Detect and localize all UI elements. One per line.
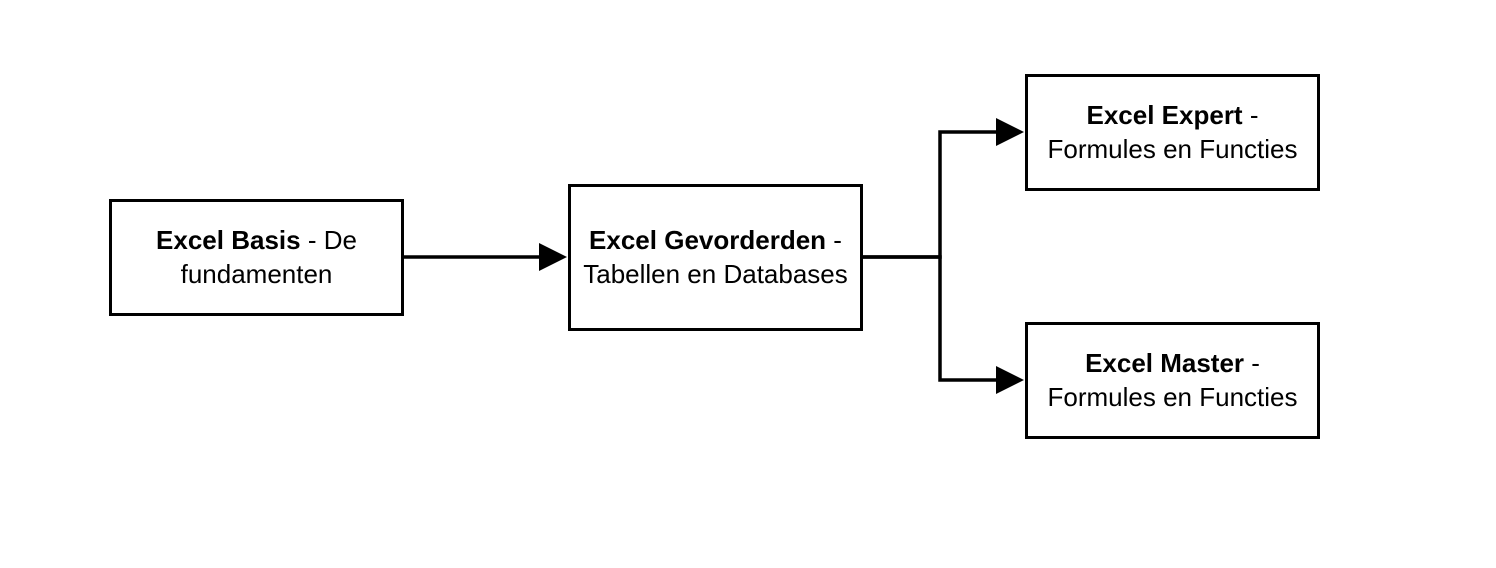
node-title: Excel Master <box>1085 348 1244 378</box>
node-title: Excel Basis <box>156 225 301 255</box>
node-excel-gevorderden: Excel Gevorderden - Tabellen en Database… <box>568 184 863 331</box>
flowchart-diagram: Excel Basis - De fundamenten Excel Gevor… <box>0 0 1496 568</box>
node-title: Excel Gevorderden <box>589 225 826 255</box>
node-excel-expert: Excel Expert - Formules en Functies <box>1025 74 1320 191</box>
arrow-gevorderden-to-expert <box>863 132 1017 257</box>
node-excel-master: Excel Master - Formules en Functies <box>1025 322 1320 439</box>
arrow-gevorderden-to-master <box>863 257 1017 380</box>
node-excel-basis: Excel Basis - De fundamenten <box>109 199 404 316</box>
node-title: Excel Expert <box>1087 100 1243 130</box>
